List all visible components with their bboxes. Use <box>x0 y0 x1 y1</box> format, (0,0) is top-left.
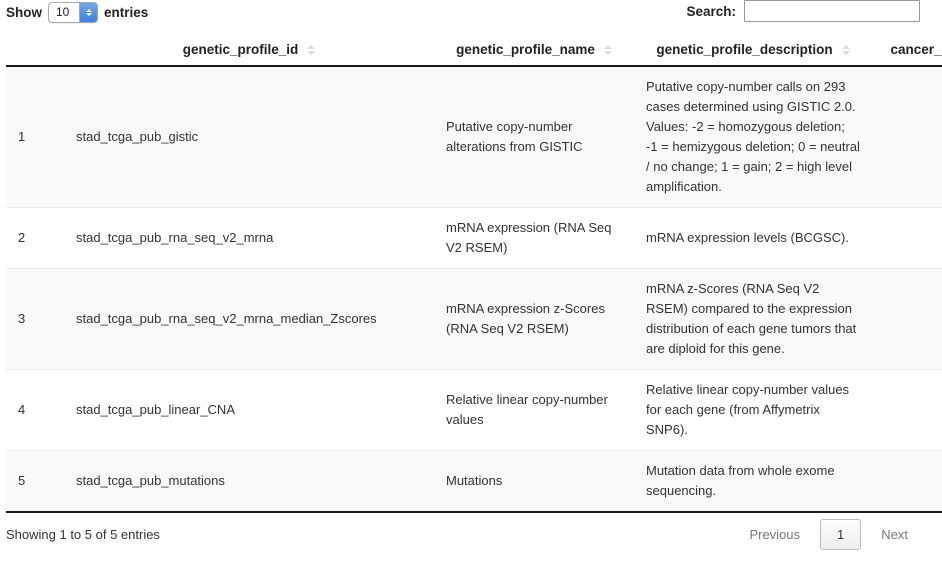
pagination-page-1[interactable]: 1 <box>820 519 862 550</box>
show-label: Show <box>6 5 42 20</box>
column-header-index <box>6 36 64 67</box>
cell-genetic-profile-id: stad_tcga_pub_mutations <box>64 450 434 513</box>
table-controls-bar: Show 10 entries Search: <box>0 0 942 36</box>
search-control: Search: <box>686 0 920 22</box>
cell-index: 1 <box>6 66 64 208</box>
chevron-down-icon <box>85 13 92 16</box>
cell-index: 5 <box>6 450 64 513</box>
table-row[interactable]: 4 stad_tcga_pub_linear_CNA Relative line… <box>6 369 942 451</box>
column-header-label: cancer_study_id <box>890 42 942 57</box>
cell-genetic-profile-id: stad_tcga_pub_rna_seq_v2_mrna_median_Zsc… <box>64 268 434 370</box>
sort-icon[interactable] <box>603 44 612 55</box>
entries-label: entries <box>104 5 149 20</box>
search-input[interactable] <box>744 0 920 22</box>
page-length-select[interactable]: 10 <box>48 2 98 23</box>
table-row[interactable]: 5 stad_tcga_pub_mutations Mutations Muta… <box>6 450 942 513</box>
table-head: genetic_profile_id genetic_profile_name … <box>6 36 942 67</box>
cell-genetic-profile-name: mRNA expression (RNA Seq V2 RSEM) <box>434 207 634 269</box>
pagination-next[interactable]: Next <box>867 520 922 549</box>
column-header-cancer-study-id[interactable]: cancer_study_id <box>872 36 942 67</box>
column-header-genetic-profile-name[interactable]: genetic_profile_name <box>434 36 634 67</box>
cell-cancer-study-id: 863 <box>872 268 942 370</box>
cell-cancer-study-id: 863 <box>872 369 942 451</box>
table-body: 1 stad_tcga_pub_gistic Putative copy-num… <box>6 66 942 513</box>
chevron-up-icon <box>85 9 92 12</box>
cell-cancer-study-id: 863 <box>872 207 942 269</box>
cell-genetic-profile-name: Mutations <box>434 450 634 513</box>
search-label: Search: <box>686 3 736 19</box>
cell-cancer-study-id: 863 <box>872 66 942 208</box>
cell-genetic-profile-description: Relative linear copy-number values for e… <box>634 369 872 451</box>
cell-genetic-profile-id: stad_tcga_pub_gistic <box>64 66 434 208</box>
page-length-value: 10 <box>56 5 70 19</box>
column-header-genetic-profile-description[interactable]: genetic_profile_description <box>634 36 872 67</box>
cell-index: 2 <box>6 207 64 269</box>
table-row[interactable]: 1 stad_tcga_pub_gistic Putative copy-num… <box>6 66 942 208</box>
cell-index: 4 <box>6 369 64 451</box>
table-scroll-area: genetic_profile_id genetic_profile_name … <box>0 36 942 513</box>
cell-genetic-profile-name: Relative linear copy-number values <box>434 369 634 451</box>
pagination-previous[interactable]: Previous <box>735 520 814 549</box>
cell-index: 3 <box>6 268 64 370</box>
cell-genetic-profile-description: Putative copy-number calls on 293 cases … <box>634 66 872 208</box>
genetic-profiles-table: genetic_profile_id genetic_profile_name … <box>6 36 942 513</box>
cell-genetic-profile-name: Putative copy-number alterations from GI… <box>434 66 634 208</box>
column-header-label: genetic_profile_id <box>182 42 299 57</box>
table-info: Showing 1 to 5 of 5 entries <box>6 527 160 542</box>
column-header-genetic-profile-id[interactable]: genetic_profile_id <box>64 36 434 67</box>
column-header-label: genetic_profile_description <box>656 42 833 57</box>
cell-genetic-profile-description: Mutation data from whole exome sequencin… <box>634 450 872 513</box>
cell-genetic-profile-id: stad_tcga_pub_linear_CNA <box>64 369 434 451</box>
stepper-icon[interactable] <box>79 3 97 22</box>
sort-icon[interactable] <box>307 44 316 55</box>
table-row[interactable]: 3 stad_tcga_pub_rna_seq_v2_mrna_median_Z… <box>6 268 942 370</box>
cell-genetic-profile-description: mRNA z-Scores (RNA Seq V2 RSEM) compared… <box>634 268 872 370</box>
page-length-control: Show 10 entries <box>6 2 148 23</box>
pagination: Previous 1 Next <box>735 519 922 550</box>
table-header-row: genetic_profile_id genetic_profile_name … <box>6 36 942 67</box>
cell-genetic-profile-description: mRNA expression levels (BCGSC). <box>634 207 872 269</box>
column-header-label: genetic_profile_name <box>456 42 595 57</box>
sort-icon[interactable] <box>841 44 850 55</box>
table-footer: Showing 1 to 5 of 5 entries Previous 1 N… <box>0 513 942 557</box>
cell-cancer-study-id: 863 <box>872 450 942 513</box>
datatable-container: Show 10 entries Search: genetic_profile_… <box>0 0 942 583</box>
cell-genetic-profile-id: stad_tcga_pub_rna_seq_v2_mrna <box>64 207 434 269</box>
table-row[interactable]: 2 stad_tcga_pub_rna_seq_v2_mrna mRNA exp… <box>6 207 942 269</box>
cell-genetic-profile-name: mRNA expression z-Scores (RNA Seq V2 RSE… <box>434 268 634 370</box>
